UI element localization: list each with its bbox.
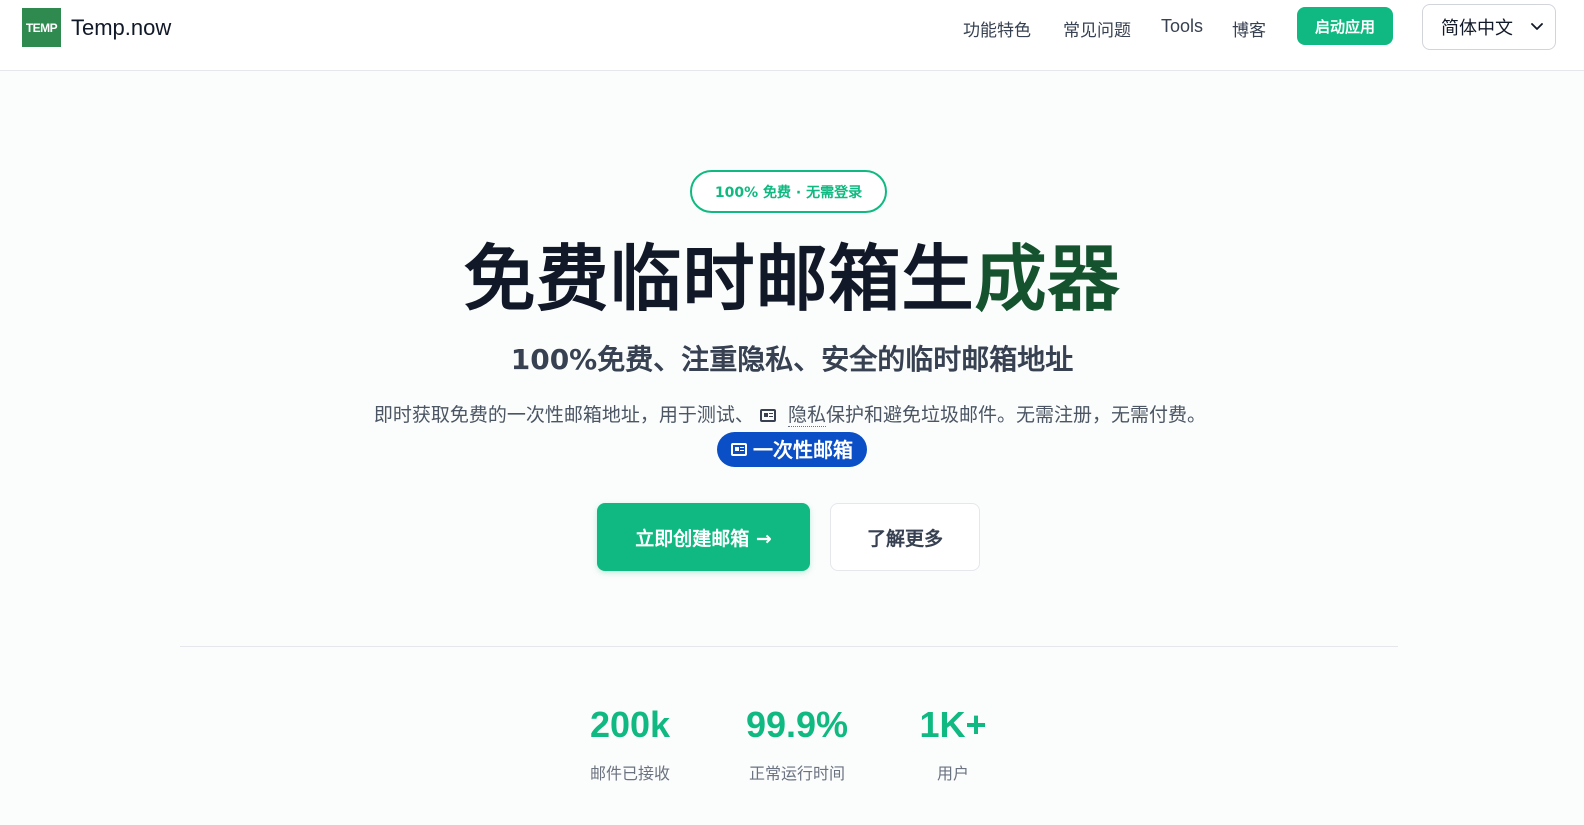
nav-blog[interactable]: 博客 xyxy=(1232,16,1266,41)
brand-logo-link[interactable]: TEMP Temp.now xyxy=(22,8,171,47)
nav-faq[interactable]: 常见问题 xyxy=(1063,16,1131,41)
stat-value: 99.9% xyxy=(745,704,849,745)
stat-label: 正常运行时间 xyxy=(748,764,845,783)
hero-description: 即时获取免费的一次性邮箱地址，用于测试、 隐私保护和避免垃圾邮件。无需注册，无需… xyxy=(350,398,1230,467)
nav-tools[interactable]: Tools xyxy=(1161,16,1203,37)
stat-uptime: 99.9% 正常运行时间 xyxy=(738,702,856,784)
nav-features[interactable]: 功能特色 xyxy=(963,16,1031,41)
brand-logo-icon: TEMP xyxy=(22,8,61,47)
stat-value: 1K+ xyxy=(919,704,987,745)
launch-app-button[interactable]: 启动应用 xyxy=(1297,7,1393,45)
card-icon xyxy=(731,443,747,456)
brand-name: Temp.now xyxy=(71,14,172,40)
hero-section: 100% 免费 · 无需登录 免费临时邮箱生成器 100%免费、注重隐私、安全的… xyxy=(0,72,1584,825)
language-select[interactable]: 简体中文 xyxy=(1422,4,1556,50)
page-subtitle: 100%免费、注重隐私、安全的临时邮箱地址 xyxy=(510,343,1074,376)
card-icon xyxy=(759,409,776,422)
chevron-down-icon xyxy=(1531,23,1543,30)
stat-label: 邮件已接收 xyxy=(589,764,670,783)
top-header: TEMP Temp.now 功能特色 常见问题 Tools 博客 启动应用 简体… xyxy=(0,0,1584,71)
privacy-link[interactable]: 隐私 xyxy=(788,404,827,427)
disposable-email-pill[interactable]: 一次性邮箱 xyxy=(717,432,867,467)
pill-label: 一次性邮箱 xyxy=(753,437,853,462)
free-badge: 100% 免费 · 无需登录 xyxy=(690,170,887,213)
description-text-1: 即时获取免费的一次性邮箱地址，用于测试、 xyxy=(373,404,754,426)
learn-more-button[interactable]: 了解更多 xyxy=(830,503,980,571)
stat-emails-received: 200k 邮件已接收 xyxy=(580,702,680,784)
page-title: 免费临时邮箱生成器 xyxy=(0,234,1584,324)
stat-label: 用户 xyxy=(936,764,969,783)
title-accent: 成器 xyxy=(974,237,1121,321)
stat-users: 1K+ 用户 xyxy=(913,702,993,784)
language-select-value: 简体中文 xyxy=(1441,18,1513,39)
stat-value: 200k xyxy=(589,704,671,745)
section-divider xyxy=(180,646,1398,647)
create-email-button[interactable]: 立即创建邮箱 → xyxy=(597,503,810,571)
description-text-2: 保护和避免垃圾邮件。无需注册，无需付费。 xyxy=(826,404,1207,426)
title-main: 免费临时邮箱生 xyxy=(463,237,975,321)
